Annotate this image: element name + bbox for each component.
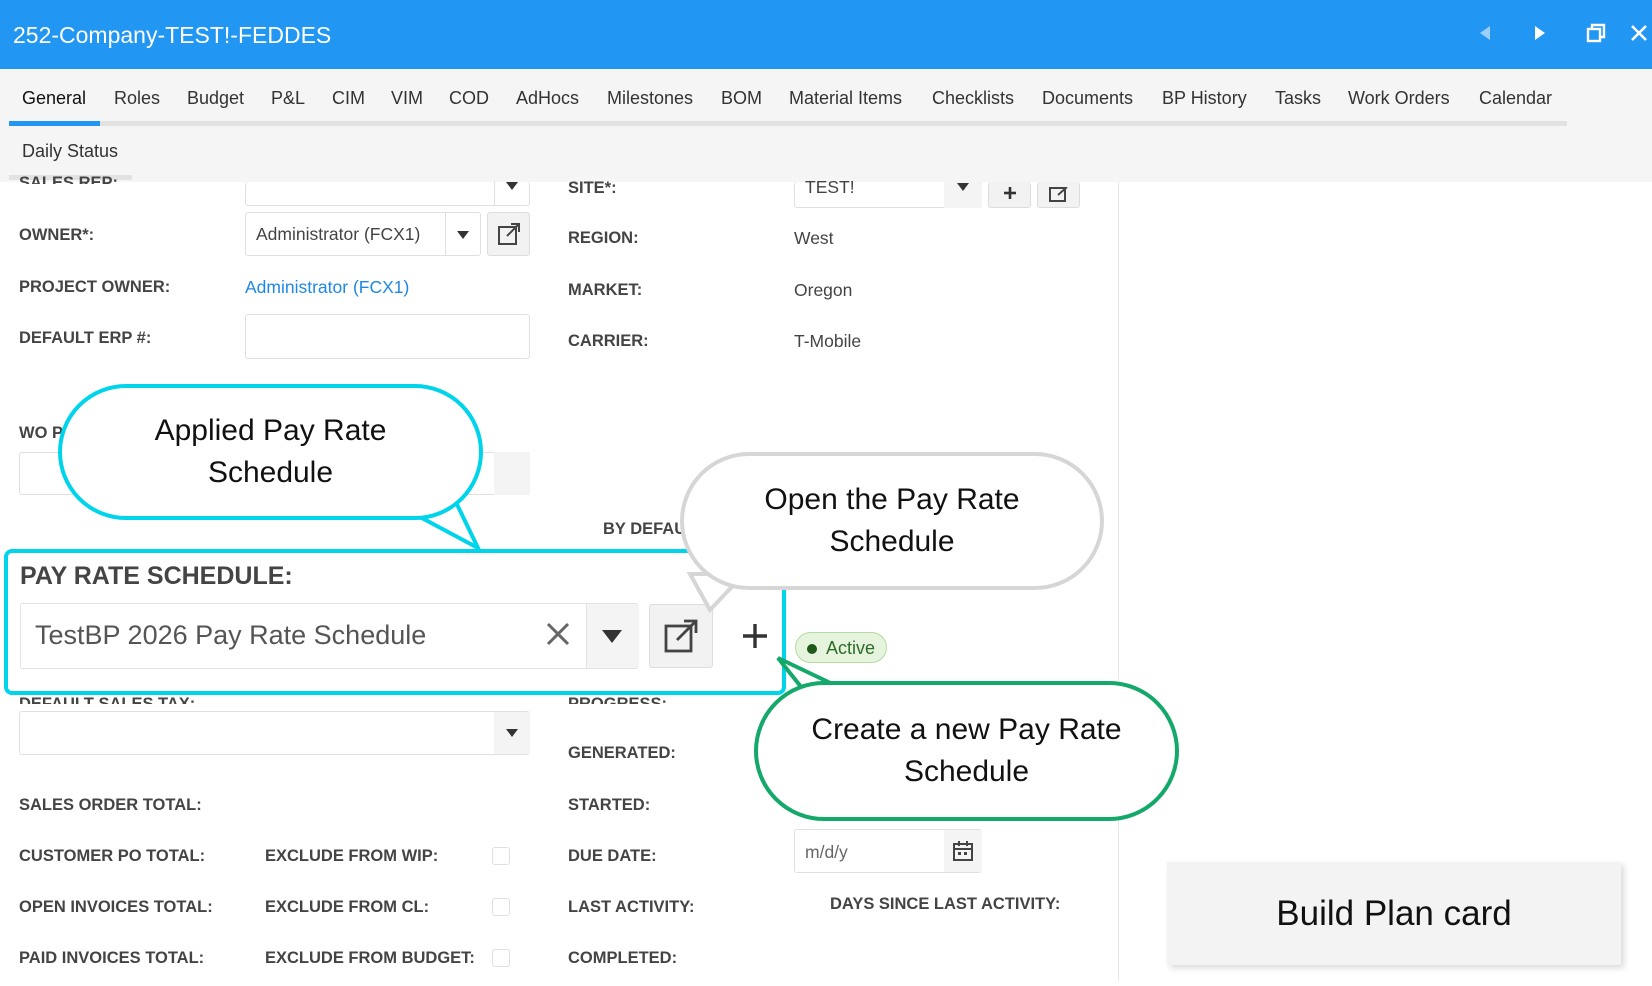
callout-applied: Applied Pay Rate Schedule (58, 384, 483, 520)
callout-create: Create a new Pay Rate Schedule (754, 681, 1179, 821)
callout-open: Open the Pay Rate Schedule (680, 452, 1104, 590)
build-plan-card: Build Plan card (1167, 862, 1621, 965)
